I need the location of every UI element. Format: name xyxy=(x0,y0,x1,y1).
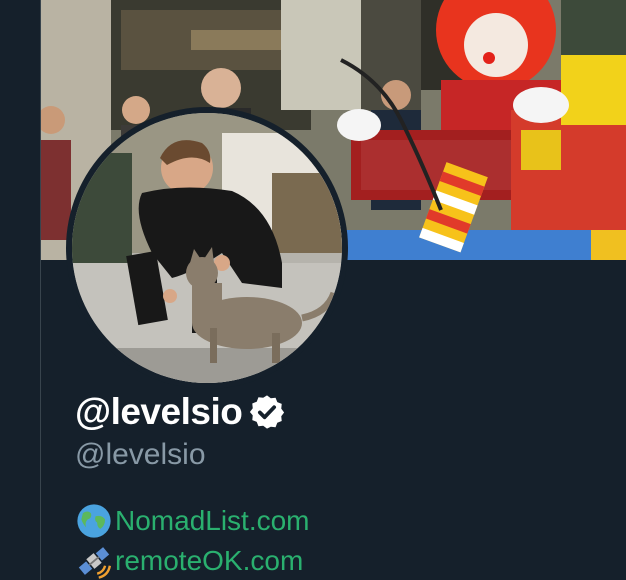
avatar-photo xyxy=(72,113,342,383)
bio-link-nomadlist[interactable]: NomadList.com xyxy=(75,502,310,540)
link-label[interactable]: NomadList.com xyxy=(115,505,310,537)
display-name-text: @levelsio xyxy=(75,391,243,432)
link-label[interactable]: remoteOK.com xyxy=(115,545,303,577)
satellite-icon xyxy=(78,547,112,579)
left-sidebar-rail xyxy=(0,0,41,580)
verified-badge-icon xyxy=(250,395,285,429)
profile-display-name: @levelsio xyxy=(75,388,286,436)
bio-link-remoteok[interactable]: remoteOK.com xyxy=(75,542,303,580)
profile-handle: @levelsio xyxy=(75,438,206,471)
profile-avatar[interactable] xyxy=(66,107,348,389)
globe-icon xyxy=(77,504,111,538)
